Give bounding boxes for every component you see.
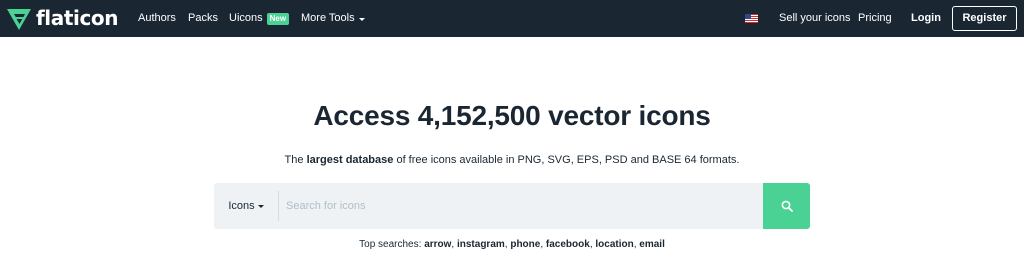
search-type-label: Icons [228,200,255,212]
new-badge: New [266,12,290,25]
register-button[interactable]: Register [952,6,1017,31]
search-bar: Icons [214,183,810,229]
logo-text: flaticon [36,6,119,30]
nav-packs[interactable]: Packs [188,0,218,37]
subtitle-suffix: of free icons available in PNG, SVG, EPS… [393,154,740,166]
search-input[interactable] [286,183,756,229]
search-divider [278,191,279,221]
login-link[interactable]: Login [911,0,941,37]
top-navbar: flaticon Authors Packs Uicons New More T… [0,0,1024,37]
nav-uicons[interactable]: Uicons New [229,0,290,37]
flaticon-logo-icon [7,8,31,30]
page-title: Access 4,152,500 vector icons [313,100,711,131]
top-searches: Top searches: arrow, instagram, phone, f… [359,239,665,250]
flaticon-logo[interactable]: flaticon [6,6,119,31]
top-searches-label: Top searches: [359,239,422,250]
subtitle-prefix: The [284,154,307,166]
top-search-term[interactable]: location [595,239,633,250]
nav-pricing[interactable]: Pricing [858,0,892,37]
nav-more-tools-label: More Tools [301,12,355,24]
top-search-term[interactable]: phone [510,239,540,250]
top-search-term[interactable]: arrow [424,239,451,250]
search-type-dropdown[interactable]: Icons [214,183,278,229]
chevron-down-icon [358,17,365,21]
top-search-term[interactable]: email [639,239,665,250]
nav-uicons-label: Uicons [229,12,263,24]
nav-authors[interactable]: Authors [138,0,176,37]
top-search-term[interactable]: instagram [457,239,505,250]
chevron-down-icon [257,205,264,208]
hero-subtitle: The largest database of free icons avail… [0,154,1024,166]
us-flag-icon[interactable] [745,14,758,23]
nav-sell-your-icons[interactable]: Sell your icons [779,0,851,37]
search-button[interactable] [763,183,810,229]
top-search-term[interactable]: facebook [546,239,590,250]
nav-more-tools[interactable]: More Tools [301,0,365,37]
subtitle-bold: largest database [306,154,394,166]
search-icon [781,200,793,212]
